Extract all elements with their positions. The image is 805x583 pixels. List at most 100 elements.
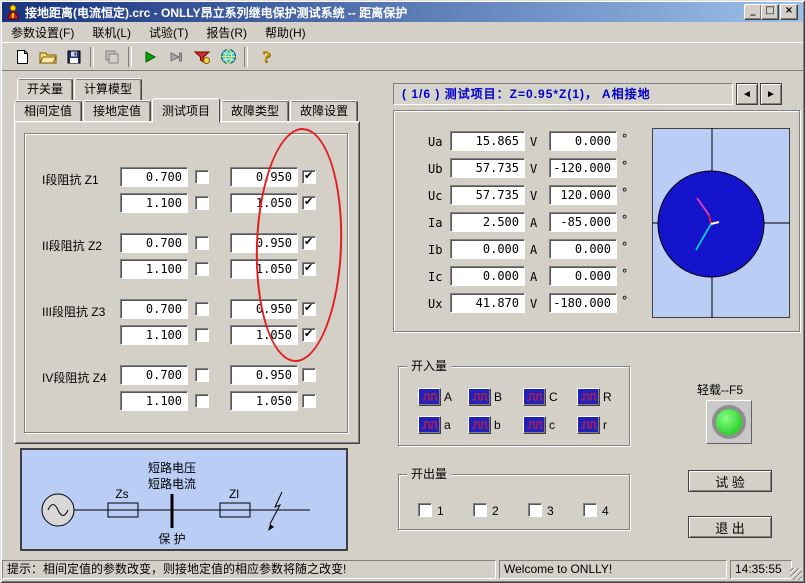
next-test-item-button[interactable]: ► <box>760 83 782 105</box>
z2-factor-105-input[interactable]: 1.050 <box>230 259 298 279</box>
z2-setting-input[interactable]: 0.700 <box>120 233 188 253</box>
z3-setting-checkbox[interactable] <box>195 302 209 316</box>
z1-factor-095-input[interactable]: 0.950 <box>230 167 298 187</box>
ic-angle-field[interactable]: 0.000 <box>549 266 617 286</box>
new-file-button[interactable] <box>10 45 34 69</box>
ux-angle-field[interactable]: -180.000 <box>549 293 617 313</box>
ic-magnitude-field[interactable]: 0.000 <box>450 266 525 286</box>
light-load-button[interactable] <box>706 400 752 444</box>
z2-factor-095-input[interactable]: 0.950 <box>230 233 298 253</box>
menu-help[interactable]: 帮助(H) <box>256 22 315 43</box>
app-icon <box>7 4 19 20</box>
z1-factor-105-checkbox[interactable] <box>302 195 316 210</box>
z4-setting-input[interactable]: 0.700 <box>120 365 188 385</box>
ub-magnitude-field[interactable]: 57.735 <box>450 158 525 178</box>
tab-switch-quantity[interactable]: 开关量 <box>17 78 74 101</box>
menu-test[interactable]: 试验(T) <box>140 22 197 43</box>
start-test-button[interactable]: 试 验 <box>688 470 772 492</box>
z4-setting2-checkbox[interactable] <box>195 394 209 408</box>
input-label-R: R <box>603 390 612 404</box>
reading-label-ib: Ib <box>428 243 443 257</box>
resize-grip[interactable] <box>790 568 802 580</box>
circuit-label-short-current: 短路电流 <box>148 476 196 491</box>
help-icon: ? <box>261 47 271 66</box>
z1-factor-095-checkbox[interactable] <box>302 169 316 184</box>
output-checkbox-1[interactable] <box>418 503 432 517</box>
menu-report[interactable]: 报告(R) <box>197 22 256 43</box>
green-led-icon <box>712 405 746 439</box>
reading-label-ub: Ub <box>428 162 443 176</box>
new-file-icon <box>17 49 28 64</box>
tab-test-items[interactable]: 测试项目 <box>152 98 221 123</box>
z3-setting2-input[interactable]: 1.100 <box>120 325 188 345</box>
status-time: 14:35:55 <box>730 560 792 579</box>
save-button[interactable] <box>62 45 86 69</box>
output-checkbox-4[interactable] <box>583 503 597 517</box>
z3-factor-095-input[interactable]: 0.950 <box>230 299 298 319</box>
z2-setting2-checkbox[interactable] <box>195 262 209 276</box>
z4-setting-checkbox[interactable] <box>195 368 209 382</box>
z3-setting2-checkbox[interactable] <box>195 328 209 342</box>
run-test-button[interactable] <box>138 45 162 69</box>
binary-outputs-groupbox: 开出量 <box>398 467 630 530</box>
z3-factor-105-input[interactable]: 1.050 <box>230 325 298 345</box>
ib-magnitude-field[interactable]: 0.000 <box>450 239 525 259</box>
window-title: 接地距离(电流恒定).crc - ONLLY昂立系列继电保护测试系统 -- 距离… <box>25 5 408 20</box>
ib-angle-field[interactable]: 0.000 <box>549 239 617 259</box>
output-checkbox-2[interactable] <box>473 503 487 517</box>
help-button[interactable]: ? <box>254 45 278 69</box>
window-copy-icon <box>105 50 119 63</box>
z4-factor-095-checkbox[interactable] <box>302 368 316 382</box>
tab-phase-setting[interactable]: 相间定值 <box>14 100 83 123</box>
tab-ground-setting[interactable]: 接地定值 <box>83 100 152 123</box>
ux-unit: V <box>530 297 538 311</box>
z4-factor-105-checkbox[interactable] <box>302 394 316 408</box>
z4-factor-095-input[interactable]: 0.950 <box>230 365 298 385</box>
z1-setting2-checkbox[interactable] <box>195 196 209 210</box>
z1-setting-input[interactable]: 0.700 <box>120 167 188 187</box>
menu-connect[interactable]: 联机(L) <box>83 22 140 43</box>
z4-factor-105-input[interactable]: 1.050 <box>230 391 298 411</box>
status-hint: 提示：相间定值的参数改变，则接地定值的相应参数将随之改变! <box>2 560 496 579</box>
reading-label-ia: Ia <box>428 216 443 230</box>
online-globe-button[interactable] <box>216 45 240 69</box>
z2-factor-105-checkbox[interactable] <box>302 261 316 276</box>
exit-button[interactable]: 退 出 <box>688 516 772 538</box>
z3-factor-095-checkbox[interactable] <box>302 301 316 316</box>
z4-setting2-input[interactable]: 1.100 <box>120 391 188 411</box>
output-checkbox-3[interactable] <box>528 503 542 517</box>
window-copy-button[interactable] <box>100 45 124 69</box>
tab-fault-type[interactable]: 故障类型 <box>221 100 290 123</box>
minimize-button[interactable]: _ <box>744 4 762 20</box>
z1-factor-105-input[interactable]: 1.050 <box>230 193 298 213</box>
ux-magnitude-field[interactable]: 41.870 <box>450 293 525 313</box>
ub-angle-field[interactable]: -120.000 <box>549 158 617 178</box>
ua-angle-field[interactable]: 0.000 <box>549 131 617 151</box>
uc-magnitude-field[interactable]: 57.735 <box>450 185 525 205</box>
prev-test-item-button[interactable]: ◄ <box>736 83 758 105</box>
save-icon <box>67 50 81 63</box>
ua-magnitude-field[interactable]: 15.865 <box>450 131 525 151</box>
open-file-button[interactable] <box>36 45 60 69</box>
report-button[interactable] <box>190 45 214 69</box>
z1-setting2-input[interactable]: 1.100 <box>120 193 188 213</box>
z2-factor-095-checkbox[interactable] <box>302 235 316 250</box>
menu-parameter-settings[interactable]: 参数设置(F) <box>2 22 83 43</box>
maximize-button[interactable]: □ <box>761 4 779 20</box>
z2-setting-checkbox[interactable] <box>195 236 209 250</box>
z2-setting2-input[interactable]: 1.100 <box>120 259 188 279</box>
tab-calc-model[interactable]: 计算模型 <box>74 78 143 101</box>
ia-magnitude-field[interactable]: 2.500 <box>450 212 525 232</box>
close-button[interactable]: × <box>780 4 798 20</box>
z3-setting-input[interactable]: 0.700 <box>120 299 188 319</box>
z3-factor-105-checkbox[interactable] <box>302 327 316 342</box>
tab-fault-setting[interactable]: 故障设置 <box>290 100 359 123</box>
step-forward-button[interactable] <box>164 45 188 69</box>
ia-angle-field[interactable]: -85.000 <box>549 212 617 232</box>
z1-setting-checkbox[interactable] <box>195 170 209 184</box>
app-window: 接地距离(电流恒定).crc - ONLLY昂立系列继电保护测试系统 -- 距离… <box>0 0 805 583</box>
phasor-diagram <box>652 128 790 318</box>
uc-unit: V <box>530 189 538 203</box>
uc-angle-field[interactable]: 120.000 <box>549 185 617 205</box>
reading-label-ux: Ux <box>428 297 443 311</box>
